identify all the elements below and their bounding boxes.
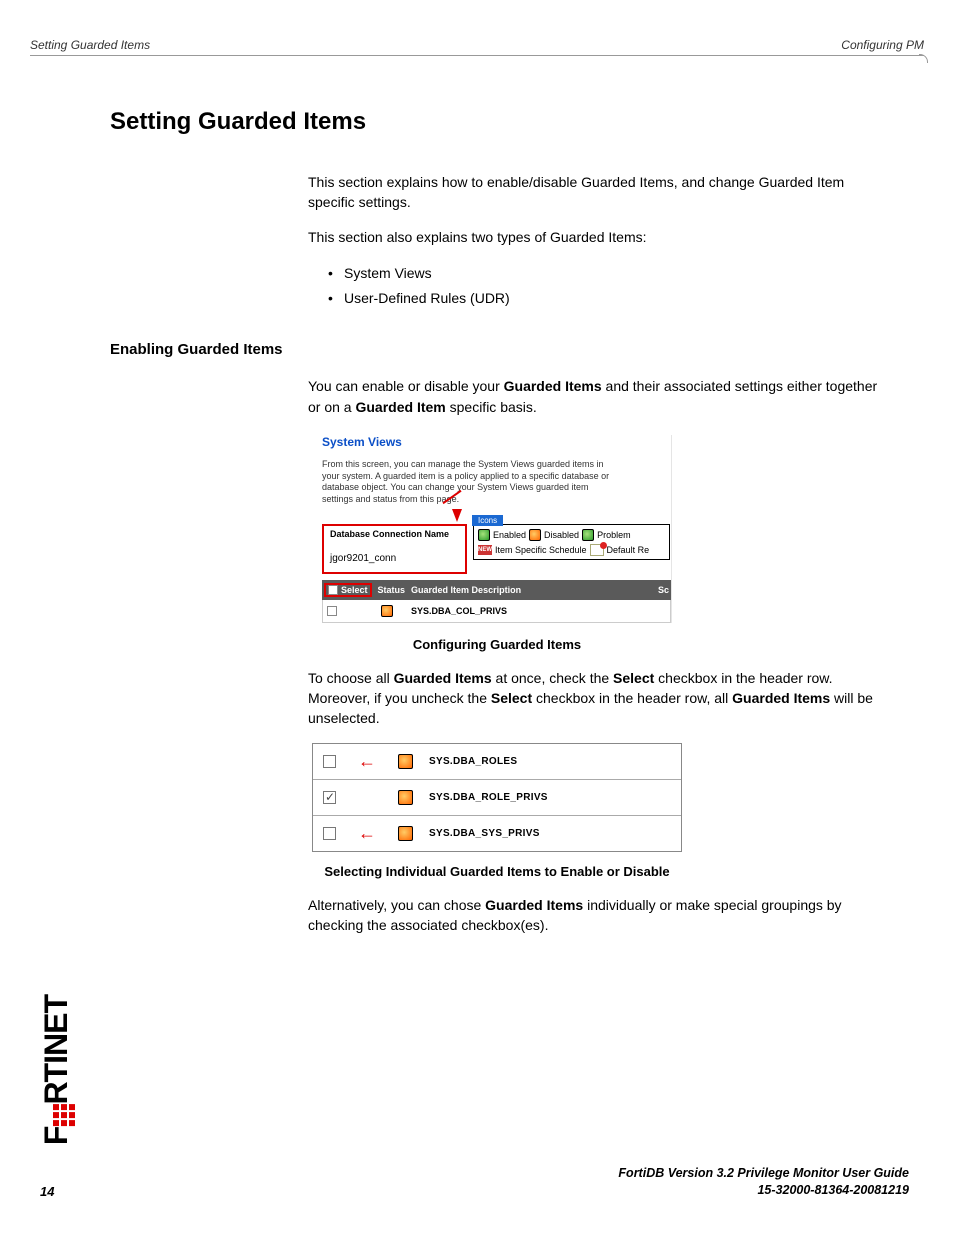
callout-arrow-icon [452, 509, 462, 522]
brand-logo: FRTINET [38, 995, 78, 1145]
choose-para: To choose all Guarded Items at once, che… [308, 668, 884, 729]
new-icon: NEW [478, 545, 492, 555]
intro-para-1: This section explains how to enable/disa… [308, 172, 884, 213]
status-icon [398, 754, 413, 769]
header-left: Setting Guarded Items [30, 38, 150, 52]
row-checkbox[interactable] [323, 827, 336, 840]
db-connection-box: Database Connection Name jgor9201_conn [322, 524, 467, 574]
running-header: Setting Guarded Items Configuring PM [30, 38, 924, 56]
row-item-name: SYS.DBA_ROLES [429, 756, 517, 767]
figure-desc: From this screen, you can manage the Sys… [322, 459, 622, 506]
header-right: Configuring PM [841, 38, 924, 52]
section-heading: Enabling Guarded Items [110, 341, 884, 358]
intro-para-2: This section also explains two types of … [308, 227, 884, 247]
arrow-left-icon: ← [352, 823, 382, 844]
row-checkbox[interactable] [323, 755, 336, 768]
footer-info: FortiDB Version 3.2 Privilege Monitor Us… [618, 1165, 909, 1199]
status-icon [381, 605, 393, 617]
table-row: SYS.DBA_COL_PRIVS [322, 600, 671, 623]
page-number: 14 [40, 1184, 54, 1199]
page-content: Setting Guarded Items This section expla… [110, 108, 884, 949]
table-row: ← SYS.DBA_ROLE_PRIVS [313, 780, 681, 816]
enabled-icon [478, 529, 490, 541]
icons-label: Icons [472, 515, 503, 526]
figure-caption-2: Selecting Individual Guarded Items to En… [110, 864, 884, 879]
row-item-name: SYS.DBA_ROLE_PRIVS [429, 792, 548, 803]
brand-dots-icon [53, 1104, 75, 1126]
disabled-icon [529, 529, 541, 541]
table-header: Select Status Guarded Item Description S… [322, 580, 671, 600]
status-icon [398, 826, 413, 841]
list-item: User-Defined Rules (UDR) [328, 286, 884, 311]
figure-caption-1: Configuring Guarded Items [110, 637, 884, 652]
icons-legend-box: Icons Enabled Disabled Problem NEWItem S… [473, 524, 670, 560]
problem-icon [582, 529, 594, 541]
guarded-types-list: System Views User-Defined Rules (UDR) [328, 261, 884, 311]
row-checkbox[interactable] [327, 606, 337, 616]
list-item: System Views [328, 261, 884, 286]
figure-title: System Views [322, 435, 671, 449]
select-all-header[interactable]: Select [324, 583, 372, 597]
schedule-icon [590, 544, 604, 556]
figure-configuring: System Views From this screen, you can m… [110, 435, 884, 623]
enable-para: You can enable or disable your Guarded I… [308, 376, 884, 417]
alt-para: Alternatively, you can chose Guarded Ite… [308, 895, 884, 936]
row-item-name: SYS.DBA_SYS_PRIVS [429, 828, 540, 839]
arrow-left-icon: ← [352, 751, 382, 772]
figure-selecting: ← SYS.DBA_ROLES ← SYS.DBA_ROLE_PRIVS ← S… [312, 743, 682, 852]
dbconn-value: jgor9201_conn [330, 553, 459, 564]
page-title: Setting Guarded Items [110, 108, 884, 136]
dbconn-label: Database Connection Name [330, 529, 459, 539]
table-row: ← SYS.DBA_ROLES [313, 744, 681, 780]
row-item-name: SYS.DBA_COL_PRIVS [411, 606, 507, 616]
table-row: ← SYS.DBA_SYS_PRIVS [313, 816, 681, 851]
status-icon [398, 790, 413, 805]
row-checkbox[interactable] [323, 791, 336, 804]
select-all-checkbox[interactable] [328, 585, 338, 595]
